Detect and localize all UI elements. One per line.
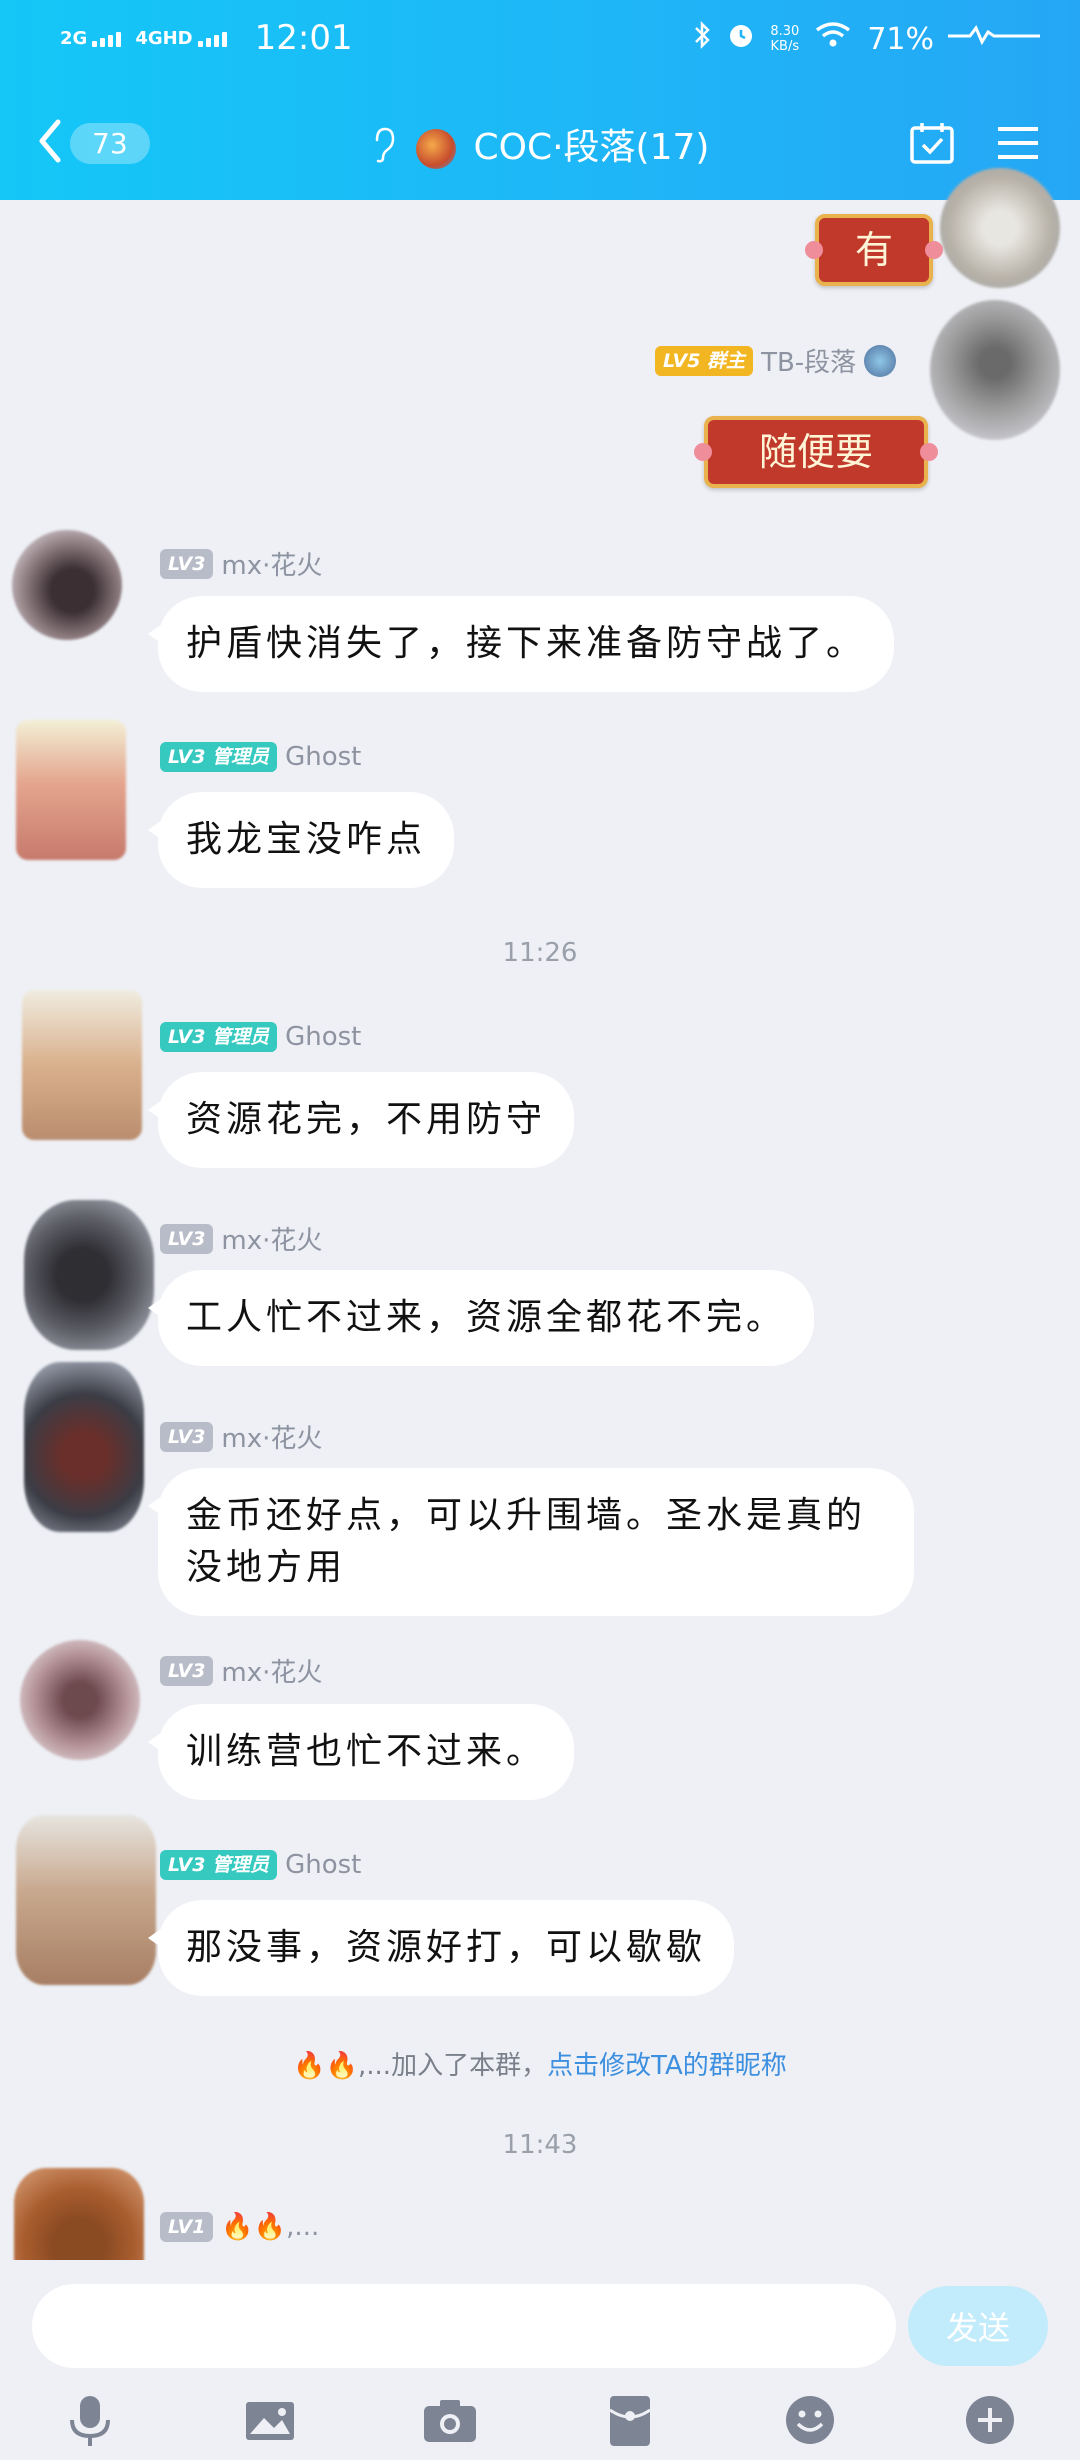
level-badge: LV3 管理员 <box>160 1022 278 1052</box>
sender-info: LV3 mx·花火 <box>160 1652 322 1689</box>
status-time: 12:01 <box>254 18 353 58</box>
time-separator: 11:43 <box>502 2130 578 2160</box>
message-input[interactable] <box>32 2284 896 2368</box>
system-notice: 🔥🔥,...加入了本群，点击修改TA的群昵称 <box>0 2045 1080 2082</box>
red-packet-icon[interactable] <box>600 2390 660 2450</box>
bluetooth-icon <box>694 20 712 58</box>
avatar[interactable] <box>16 1815 156 1985</box>
camera-icon[interactable] <box>420 2390 480 2450</box>
sender-info: LV3 管理员 Ghost <box>160 1022 361 1052</box>
level-badge: LV1 <box>160 2212 214 2242</box>
message-bubble[interactable]: 那没事，资源好打，可以歇歇 <box>147 1900 735 1996</box>
send-button[interactable]: 发送 <box>908 2286 1048 2366</box>
network-speed: 8.30 KB/s <box>770 24 800 54</box>
level-badge: LV3 管理员 <box>160 1850 278 1880</box>
status-bar: 2G 4GHD 12:01 8.30 KB/s 71% <box>0 0 1080 80</box>
input-toolbar <box>0 2390 1080 2460</box>
level-badge: LV5 群主 <box>655 345 754 376</box>
sender-name: TB-段落 <box>761 348 857 378</box>
avatar[interactable] <box>22 990 142 1140</box>
sender-info: LV3 管理员 Ghost <box>160 1850 361 1880</box>
chat-header: 2G 4GHD 12:01 8.30 KB/s 71% 73 COC·段落(17… <box>0 0 1080 200</box>
sender-name: mx·花火 <box>221 1658 323 1688</box>
sender-name: Ghost <box>285 1850 362 1880</box>
joined-member-name: 🔥🔥,... <box>293 2051 392 2081</box>
message-bubble[interactable]: 资源花完，不用防守 <box>147 1072 575 1168</box>
alarm-icon <box>726 20 756 58</box>
level-badge: LV3 <box>160 548 214 579</box>
heartbeat-icon <box>948 20 1040 58</box>
message-bubble[interactable]: 金币还好点，可以升围墙。圣水是真的没地方用 <box>148 1468 914 1616</box>
message-bubble[interactable]: 工人忙不过来，资源全都花不完。 <box>147 1270 815 1366</box>
ear-icon <box>371 126 397 173</box>
sticker-message[interactable]: 有 <box>805 214 943 286</box>
joined-text: 加入了本群， <box>391 2051 548 2081</box>
sender-info: LV3 mx·花火 <box>160 545 322 582</box>
wifi-icon <box>813 20 853 58</box>
avatar[interactable] <box>12 530 122 640</box>
edit-nickname-link[interactable]: 点击修改TA的群昵称 <box>547 2051 787 2081</box>
level-badge: LV3 管理员 <box>160 742 278 772</box>
battery-level: 71% <box>867 21 934 57</box>
level-badge: LV3 <box>160 1655 214 1686</box>
level-badge: LV3 <box>160 1223 214 1254</box>
microphone-icon[interactable] <box>60 2390 120 2450</box>
sender-info: LV1 🔥🔥,... <box>160 2212 319 2242</box>
message-bubble[interactable]: 护盾快消失了，接下来准备防守战了。 <box>147 596 895 692</box>
sender-info: LV3 mx·花火 <box>160 1418 322 1455</box>
group-avatar-icon <box>416 129 457 169</box>
network-2g: 2G <box>60 28 122 49</box>
avatar[interactable] <box>24 1362 144 1532</box>
menu-icon[interactable] <box>996 123 1040 167</box>
sender-name: mx·花火 <box>221 1226 323 1256</box>
plus-icon[interactable] <box>960 2390 1020 2450</box>
sticker-message[interactable]: 随便要 <box>694 416 938 488</box>
sender-name: mx·花火 <box>221 551 323 581</box>
sender-name: mx·花火 <box>221 1424 323 1454</box>
signal-icon <box>92 31 122 47</box>
message-bubble[interactable]: 我龙宝没咋点 <box>147 792 455 888</box>
owner-avatar[interactable] <box>930 300 1060 440</box>
sender-info: LV3 mx·花火 <box>160 1220 322 1257</box>
input-area: 发送 <box>0 2260 1080 2460</box>
self-avatar[interactable] <box>940 168 1060 288</box>
image-icon[interactable] <box>240 2390 300 2450</box>
sender-info: LV3 管理员 Ghost <box>160 742 361 772</box>
sender-info: LV5 群主 TB-段落 <box>655 342 897 379</box>
sender-name: 🔥🔥,... <box>221 2212 320 2242</box>
avatar[interactable] <box>20 1640 140 1760</box>
network-4g: 4GHD <box>135 28 227 49</box>
sender-name: Ghost <box>285 742 362 772</box>
avatar[interactable] <box>24 1200 154 1350</box>
signal-icon <box>197 31 227 47</box>
group-name: COC·段落(17) <box>473 127 710 168</box>
calendar-check-icon[interactable] <box>908 120 956 170</box>
level-badge: LV3 <box>160 1421 214 1452</box>
message-bubble[interactable]: 训练营也忙不过来。 <box>147 1704 575 1800</box>
avatar[interactable] <box>16 720 126 860</box>
emoji-icon[interactable] <box>780 2390 840 2450</box>
time-separator: 11:26 <box>502 938 578 968</box>
dragon-emblem-icon <box>864 344 897 377</box>
sender-name: Ghost <box>285 1022 362 1052</box>
